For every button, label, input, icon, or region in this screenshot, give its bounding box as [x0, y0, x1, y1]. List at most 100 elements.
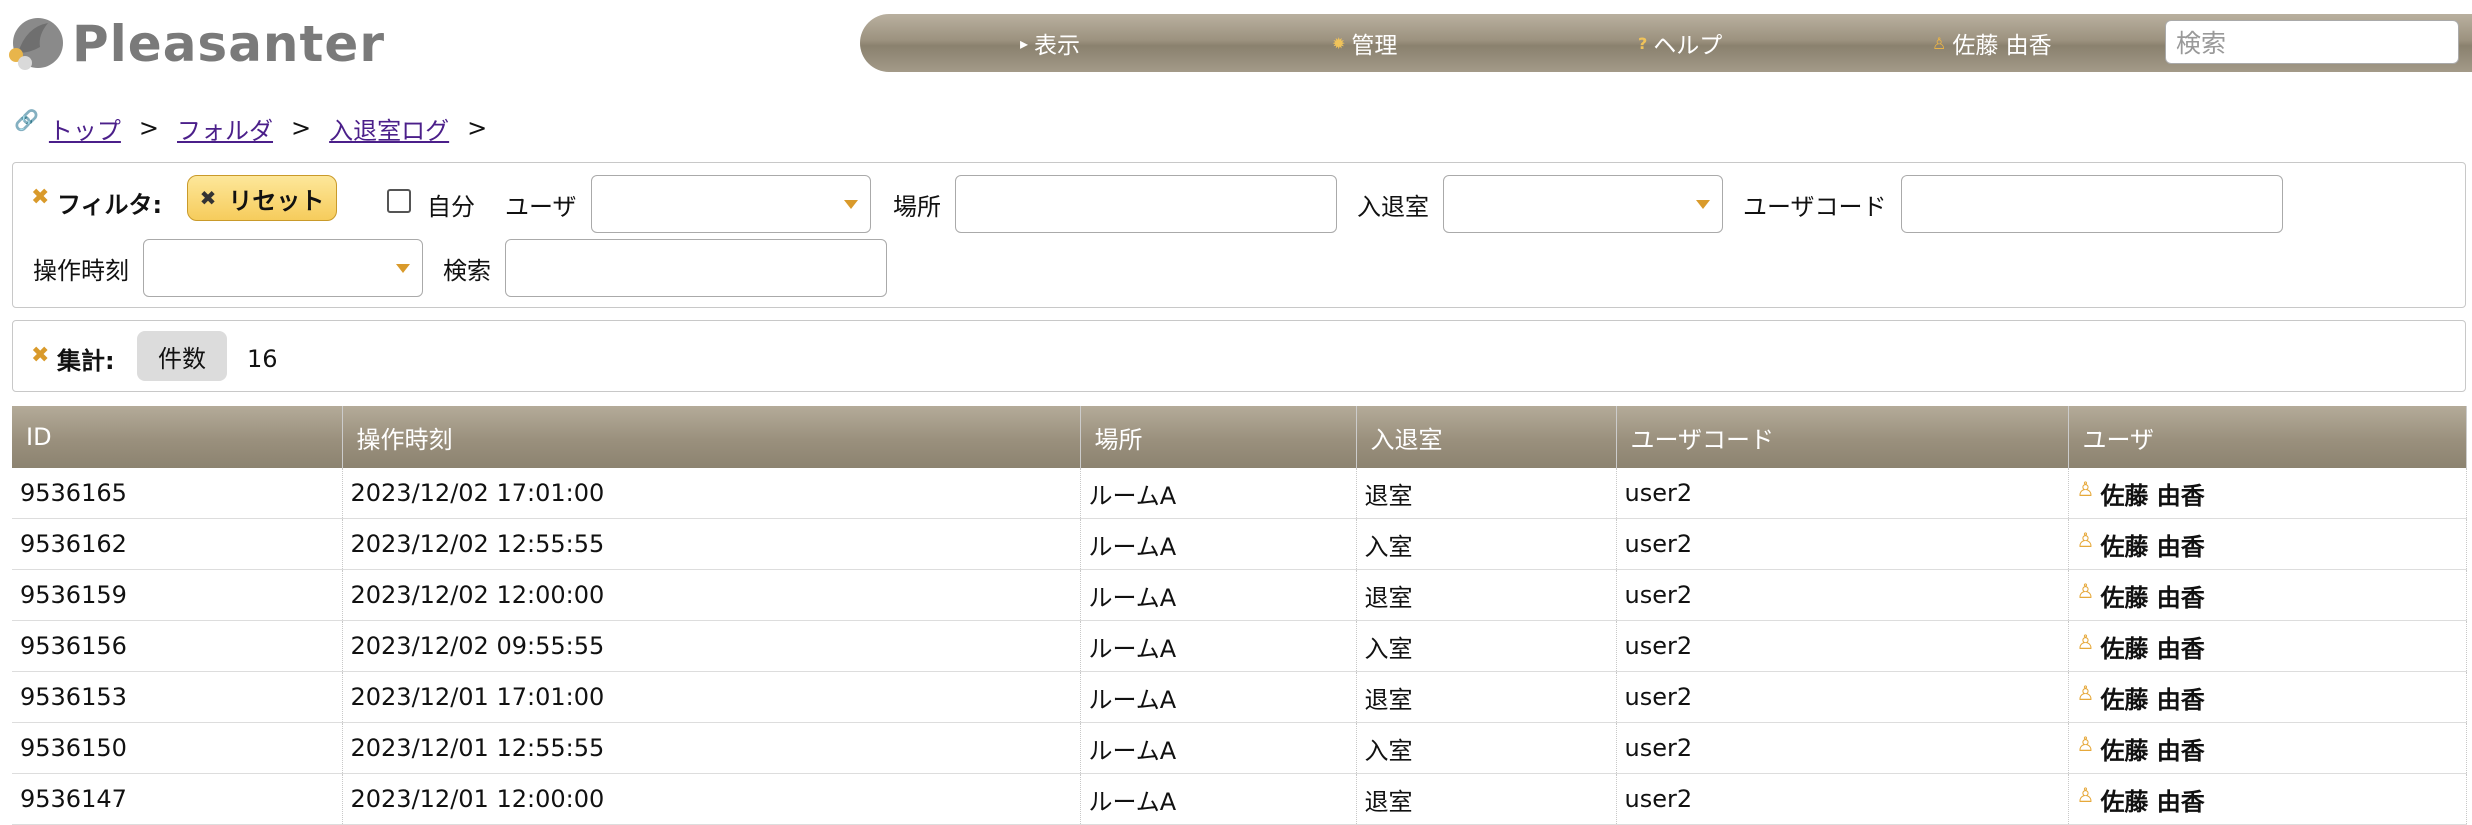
breadcrumb: 🔗 トップ > フォルダ > 入退室ログ >	[14, 108, 505, 146]
inout-filter-select[interactable]	[1443, 175, 1723, 233]
user-icon: ♙	[2076, 527, 2095, 552]
table-row[interactable]: 9536156 2023/12/02 09:55:55 ルームA 入室 user…	[12, 620, 2467, 672]
user-icon: ♙	[2076, 629, 2095, 654]
table-row[interactable]: 9536147 2023/12/01 12:00:00 ルームA 退室 user…	[12, 773, 2467, 825]
cell-optime: 2023/12/01 12:00:00	[342, 773, 1081, 825]
user-name: 佐藤 由香	[2100, 481, 2205, 510]
nav-admin[interactable]: ✹ 管理	[1332, 14, 1397, 72]
cell-inout: 退室	[1356, 671, 1617, 723]
app-logo[interactable]: Pleasanter	[4, 12, 385, 76]
column-header-id[interactable]: ID	[12, 406, 343, 468]
user-filter-label: ユーザ	[505, 193, 577, 221]
table-row[interactable]: 9536162 2023/12/02 12:55:55 ルームA 入室 user…	[12, 518, 2467, 570]
cell-usercode: user2	[1616, 468, 2069, 519]
cell-user: ♙ 佐藤 由香	[2068, 518, 2467, 570]
filter-title: フィルタ:	[57, 191, 163, 219]
breadcrumb-top[interactable]: トップ	[49, 111, 121, 146]
cell-id: 9536165	[12, 468, 343, 519]
breadcrumb-separator: >	[291, 114, 312, 142]
cell-inout: 退室	[1356, 773, 1617, 825]
cell-user: ♙ 佐藤 由香	[2068, 468, 2467, 519]
header-search-input[interactable]: 検索	[2165, 20, 2459, 64]
nav-view-label: 表示	[1034, 33, 1081, 59]
cell-place: ルームA	[1080, 468, 1357, 519]
cell-optime: 2023/12/02 12:55:55	[342, 518, 1081, 570]
cell-id: 9536153	[12, 671, 343, 723]
cell-place: ルームA	[1080, 722, 1357, 774]
cell-optime: 2023/12/02 17:01:00	[342, 468, 1081, 519]
usercode-filter-input[interactable]	[1901, 175, 2283, 233]
place-filter-label: 場所	[893, 193, 941, 221]
cell-user: ♙ 佐藤 由香	[2068, 722, 2467, 774]
place-filter-input[interactable]	[955, 175, 1337, 233]
count-value: 16	[247, 345, 278, 373]
optime-filter-label: 操作時刻	[33, 257, 129, 285]
table-row[interactable]: 9536159 2023/12/02 12:00:00 ルームA 退室 user…	[12, 569, 2467, 621]
nav-view[interactable]: ▸ 表示	[1020, 14, 1080, 72]
cell-id: 9536162	[12, 518, 343, 570]
nav-admin-label: 管理	[1351, 33, 1398, 59]
breadcrumb-entry-log[interactable]: 入退室ログ	[329, 111, 449, 146]
filter-toggle-icon[interactable]: ✖	[31, 185, 49, 210]
cell-id: 9536159	[12, 569, 343, 621]
column-header-user[interactable]: ユーザ	[2068, 406, 2467, 468]
user-name: 佐藤 由香	[2100, 532, 2205, 561]
column-header-inout[interactable]: 入退室	[1356, 406, 1617, 468]
table-row[interactable]: 9536150 2023/12/01 12:55:55 ルームA 入室 user…	[12, 722, 2467, 774]
top-bar: Pleasanter ▸ 表示 ✹ 管理 ? ヘルプ ♙ 佐藤 由香 検索	[0, 0, 2472, 80]
breadcrumb-folder[interactable]: フォルダ	[177, 111, 273, 146]
aggregation-toggle-icon[interactable]: ✖	[31, 343, 49, 368]
cell-usercode: user2	[1616, 773, 2069, 825]
user-icon: ♙	[2076, 476, 2095, 501]
column-header-usercode[interactable]: ユーザコード	[1616, 406, 2069, 468]
cell-inout: 入室	[1356, 518, 1617, 570]
nav-help[interactable]: ? ヘルプ	[1638, 14, 1722, 72]
user-name: 佐藤 由香	[2100, 583, 2205, 612]
main-nav: ▸ 表示 ✹ 管理 ? ヘルプ ♙ 佐藤 由香 検索	[860, 14, 2472, 72]
user-name: 佐藤 由香	[2100, 787, 2205, 816]
cell-usercode: user2	[1616, 722, 2069, 774]
breadcrumb-separator: >	[138, 114, 160, 142]
cell-id: 9536147	[12, 773, 343, 825]
user-icon: ♙	[1932, 33, 1947, 53]
cell-user: ♙ 佐藤 由香	[2068, 620, 2467, 672]
cell-optime: 2023/12/02 12:00:00	[342, 569, 1081, 621]
search-filter-input[interactable]	[505, 239, 887, 297]
cell-inout: 入室	[1356, 722, 1617, 774]
user-name: 佐藤 由香	[2100, 736, 2205, 765]
optime-filter-select[interactable]	[143, 239, 423, 297]
chevron-down-icon	[396, 264, 410, 273]
link-icon: 🔗	[14, 108, 39, 132]
usercode-filter-label: ユーザコード	[1743, 193, 1887, 221]
column-header-optime[interactable]: 操作時刻	[342, 406, 1081, 468]
user-icon: ♙	[2076, 782, 2095, 807]
nav-help-label: ヘルプ	[1653, 33, 1723, 59]
self-checkbox[interactable]	[387, 189, 411, 213]
search-filter-label: 検索	[443, 257, 491, 285]
user-icon: ♙	[2076, 731, 2095, 756]
cell-inout: 入室	[1356, 620, 1617, 672]
table-body: 9536165 2023/12/02 17:01:00 ルームA 退室 user…	[12, 468, 2467, 825]
cell-user: ♙ 佐藤 由香	[2068, 569, 2467, 621]
user-name: 佐藤 由香	[2100, 634, 2205, 663]
user-filter-select[interactable]	[591, 175, 871, 233]
nav-user[interactable]: ♙ 佐藤 由香	[1932, 14, 2052, 72]
logo-icon	[9, 18, 63, 70]
column-header-place[interactable]: 場所	[1080, 406, 1357, 468]
count-button[interactable]: 件数	[137, 331, 227, 381]
breadcrumb-separator: >	[467, 114, 488, 142]
close-icon: ✖	[199, 186, 217, 210]
cell-inout: 退室	[1356, 468, 1617, 519]
cell-place: ルームA	[1080, 569, 1357, 621]
question-icon: ?	[1638, 33, 1648, 53]
chevron-down-icon	[844, 200, 858, 209]
filter-panel: ✖ フィルタ: ✖ リセット 自分 ユーザ 場所 入退室 ユーザコード 操作時刻…	[12, 162, 2466, 308]
cell-optime: 2023/12/02 09:55:55	[342, 620, 1081, 672]
nav-user-label: 佐藤 由香	[1952, 33, 2052, 59]
cell-usercode: user2	[1616, 569, 2069, 621]
reset-button[interactable]: ✖ リセット	[187, 175, 337, 221]
table-row[interactable]: 9536153 2023/12/01 17:01:00 ルームA 退室 user…	[12, 671, 2467, 723]
cell-id: 9536150	[12, 722, 343, 774]
self-label: 自分	[427, 193, 475, 221]
table-row[interactable]: 9536165 2023/12/02 17:01:00 ルームA 退室 user…	[12, 468, 2467, 519]
